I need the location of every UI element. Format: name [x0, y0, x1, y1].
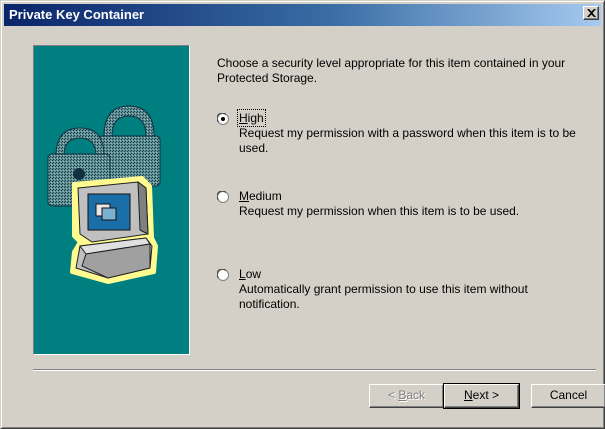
option-medium-label[interactable]: Medium [239, 189, 282, 203]
next-button-label-rest: ext > [472, 388, 500, 402]
radio-selected-icon [217, 113, 229, 125]
radio-low[interactable] [217, 269, 229, 281]
radio-unselected-icon [217, 269, 229, 281]
option-low-label[interactable]: Low [239, 267, 261, 281]
button-separator [33, 369, 596, 371]
option-high-accelerator: H [239, 111, 248, 125]
close-icon [587, 9, 596, 17]
option-medium-description: Request my permission when this item is … [239, 204, 520, 218]
back-button[interactable]: < Back [369, 384, 444, 408]
option-high-description: Request my permission with a password wh… [239, 126, 576, 155]
option-medium-label-rest: edium [249, 189, 282, 203]
next-button[interactable]: Next > [443, 383, 520, 409]
intro-text: Choose a security level appropriate for … [217, 56, 566, 85]
computer-with-padlocks-illustration [47, 105, 161, 284]
option-low-label-rest: ow [245, 267, 262, 281]
option-high-label[interactable]: High [237, 109, 266, 127]
title-bar[interactable]: Private Key Container [4, 4, 601, 26]
cancel-button[interactable]: Cancel [531, 384, 605, 408]
next-button-accelerator: N [463, 388, 473, 402]
radio-high[interactable] [217, 113, 229, 125]
window-title: Private Key Container [9, 7, 145, 22]
option-high-label-rest: igh [247, 111, 264, 125]
option-low-accelerator: L [239, 267, 246, 281]
close-button[interactable] [583, 6, 599, 20]
dialog-window: Private Key Container Choose a security … [0, 0, 605, 429]
padlock-shackle-front [55, 127, 105, 157]
option-medium-accelerator: M [239, 189, 249, 203]
radio-unselected-icon [217, 191, 229, 203]
back-button-label-rest: ack [406, 388, 426, 402]
option-low-description: Automatically grant permission to use th… [239, 282, 528, 311]
back-button-prefix: < [387, 388, 399, 402]
padlock-shackle-back [103, 105, 155, 137]
wizard-illustration [33, 45, 190, 355]
radio-medium[interactable] [217, 191, 229, 203]
